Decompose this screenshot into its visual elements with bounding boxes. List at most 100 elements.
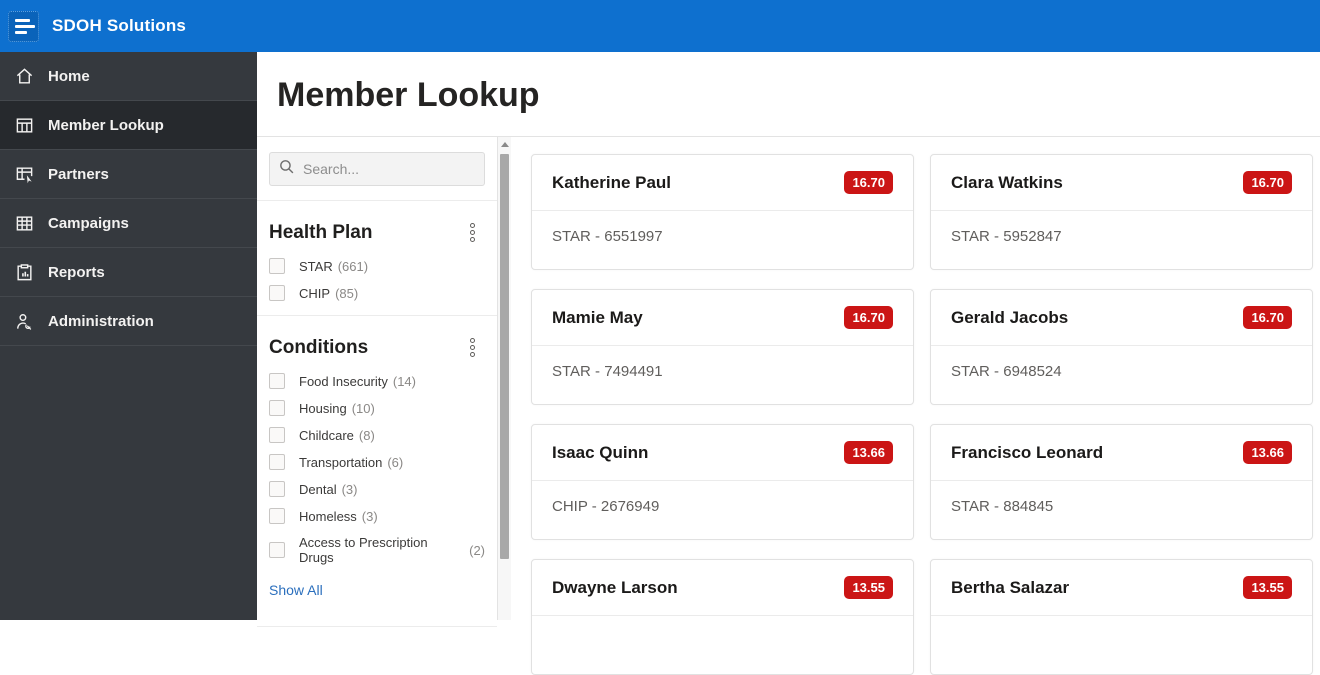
filter-option-food-insecurity[interactable]: Food Insecurity (14) <box>269 373 485 389</box>
member-card[interactable]: Clara Watkins 16.70 STAR - 5952847 <box>930 154 1313 270</box>
member-plan <box>532 616 913 650</box>
search-input[interactable] <box>303 161 476 177</box>
sidebar-item-member-lookup[interactable]: Member Lookup <box>0 101 257 150</box>
checkbox[interactable] <box>269 542 285 558</box>
member-card[interactable]: Francisco Leonard 13.66 STAR - 884845 <box>930 424 1313 540</box>
member-results-grid: Katherine Paul 16.70 STAR - 6551997 Clar… <box>511 137 1320 675</box>
member-card[interactable]: Isaac Quinn 13.66 CHIP - 2676949 <box>531 424 914 540</box>
filter-option-transportation[interactable]: Transportation (6) <box>269 454 485 470</box>
member-plan: STAR - 6551997 <box>552 228 663 245</box>
divider <box>257 626 497 627</box>
member-card[interactable]: Mamie May 16.70 STAR - 7494491 <box>531 289 914 405</box>
filter-option-housing[interactable]: Housing (10) <box>269 400 485 416</box>
page-title: Member Lookup <box>277 76 540 114</box>
member-card[interactable]: Katherine Paul 16.70 STAR - 6551997 <box>531 154 914 270</box>
risk-score-badge: 16.70 <box>844 306 893 329</box>
sidebar-item-administration[interactable]: Administration <box>0 297 257 346</box>
option-count: (14) <box>392 373 416 389</box>
filter-option-chip[interactable]: CHIP (85) <box>269 285 485 301</box>
option-count: (8) <box>358 427 375 443</box>
filter-option-dental[interactable]: Dental (3) <box>269 481 485 497</box>
member-name: Francisco Leonard <box>951 442 1104 462</box>
filter-option-homeless[interactable]: Homeless (3) <box>269 508 485 524</box>
member-plan: STAR - 6948524 <box>951 363 1062 380</box>
reports-icon <box>14 262 34 282</box>
risk-score-badge: 16.70 <box>844 171 893 194</box>
checkbox[interactable] <box>269 400 285 416</box>
sidebar-item-reports[interactable]: Reports <box>0 248 257 297</box>
member-lookup-icon <box>14 115 34 135</box>
member-plan: STAR - 7494491 <box>552 363 663 380</box>
filter-panel: Health Plan STAR (661) CHIP (85) Condi <box>257 137 498 627</box>
member-name: Gerald Jacobs <box>951 307 1069 327</box>
filter-option-childcare[interactable]: Childcare (8) <box>269 427 485 443</box>
health-plan-kebab-menu-icon[interactable] <box>468 221 477 244</box>
member-name: Mamie May <box>552 307 643 327</box>
sidebar-item-label: Campaigns <box>48 214 129 232</box>
member-name: Isaac Quinn <box>552 442 649 462</box>
risk-score-badge: 13.55 <box>1243 576 1292 599</box>
risk-score-badge: 16.70 <box>1243 306 1292 329</box>
risk-score-badge: 13.55 <box>844 576 893 599</box>
checkbox[interactable] <box>269 285 285 301</box>
member-plan: CHIP - 2676949 <box>552 498 660 515</box>
member-card[interactable]: Gerald Jacobs 16.70 STAR - 6948524 <box>930 289 1313 405</box>
checkbox[interactable] <box>269 508 285 524</box>
sidebar-item-partners[interactable]: Partners <box>0 150 257 199</box>
filter-option-access-to-prescription-drugs[interactable]: Access to Prescription Drugs (2) <box>269 535 485 565</box>
show-all-link[interactable]: Show All <box>269 582 323 598</box>
sidebar-item-label: Partners <box>48 165 109 183</box>
member-name: Bertha Salazar <box>951 577 1070 597</box>
health-plan-options: STAR (661) CHIP (85) <box>269 258 485 301</box>
home-icon <box>14 66 34 86</box>
scrollbar-thumb[interactable] <box>500 154 509 559</box>
menu-toggle-button[interactable] <box>8 10 39 42</box>
risk-score-badge: 13.66 <box>1243 441 1292 464</box>
member-plan <box>931 616 1312 650</box>
sidebar-item-label: Reports <box>48 263 105 281</box>
option-count: (2) <box>469 542 485 558</box>
checkbox[interactable] <box>269 373 285 389</box>
filter-option-star[interactable]: STAR (661) <box>269 258 485 274</box>
app-title: SDOH Solutions <box>52 16 187 35</box>
checkbox[interactable] <box>269 481 285 497</box>
search-icon <box>278 158 295 180</box>
health-plan-section-title: Health Plan <box>269 221 373 243</box>
member-name: Dwayne Larson <box>552 577 678 597</box>
sidebar-nav: Home Member Lookup Partners Campaigns Re… <box>0 52 257 620</box>
sidebar-item-label: Member Lookup <box>48 116 164 134</box>
top-app-bar: SDOH Solutions <box>0 0 1320 52</box>
search-box <box>269 152 485 186</box>
checkbox[interactable] <box>269 427 285 443</box>
sidebar-item-home[interactable]: Home <box>0 52 257 101</box>
option-count: (85) <box>335 285 359 301</box>
option-count: (3) <box>341 481 358 497</box>
option-count: (6) <box>387 454 404 470</box>
checkbox[interactable] <box>269 258 285 274</box>
campaigns-icon <box>14 213 34 233</box>
member-card[interactable]: Dwayne Larson 13.55 <box>531 559 914 675</box>
member-card[interactable]: Bertha Salazar 13.55 <box>930 559 1313 675</box>
conditions-kebab-menu-icon[interactable] <box>468 336 477 359</box>
member-plan: STAR - 884845 <box>951 498 1054 515</box>
divider <box>257 200 497 201</box>
page-header: Member Lookup <box>257 52 1320 137</box>
option-count: (10) <box>351 400 375 416</box>
member-name: Katherine Paul <box>552 172 672 192</box>
option-count: (3) <box>361 508 378 524</box>
member-name: Clara Watkins <box>951 172 1063 192</box>
sidebar-item-campaigns[interactable]: Campaigns <box>0 199 257 248</box>
conditions-section-title: Conditions <box>269 336 369 358</box>
risk-score-badge: 16.70 <box>1243 171 1292 194</box>
sidebar-item-label: Home <box>48 67 90 85</box>
menu-icon <box>15 18 30 22</box>
results-scrollbar[interactable] <box>498 137 511 620</box>
scrollbar-up-button[interactable] <box>498 137 511 152</box>
checkbox[interactable] <box>269 454 285 470</box>
sidebar-item-label: Administration <box>48 312 154 330</box>
member-plan: STAR - 5952847 <box>951 228 1062 245</box>
divider <box>257 315 497 316</box>
conditions-options: Food Insecurity (14) Housing (10) Childc… <box>269 373 485 565</box>
administration-icon <box>14 311 34 331</box>
risk-score-badge: 13.66 <box>844 441 893 464</box>
